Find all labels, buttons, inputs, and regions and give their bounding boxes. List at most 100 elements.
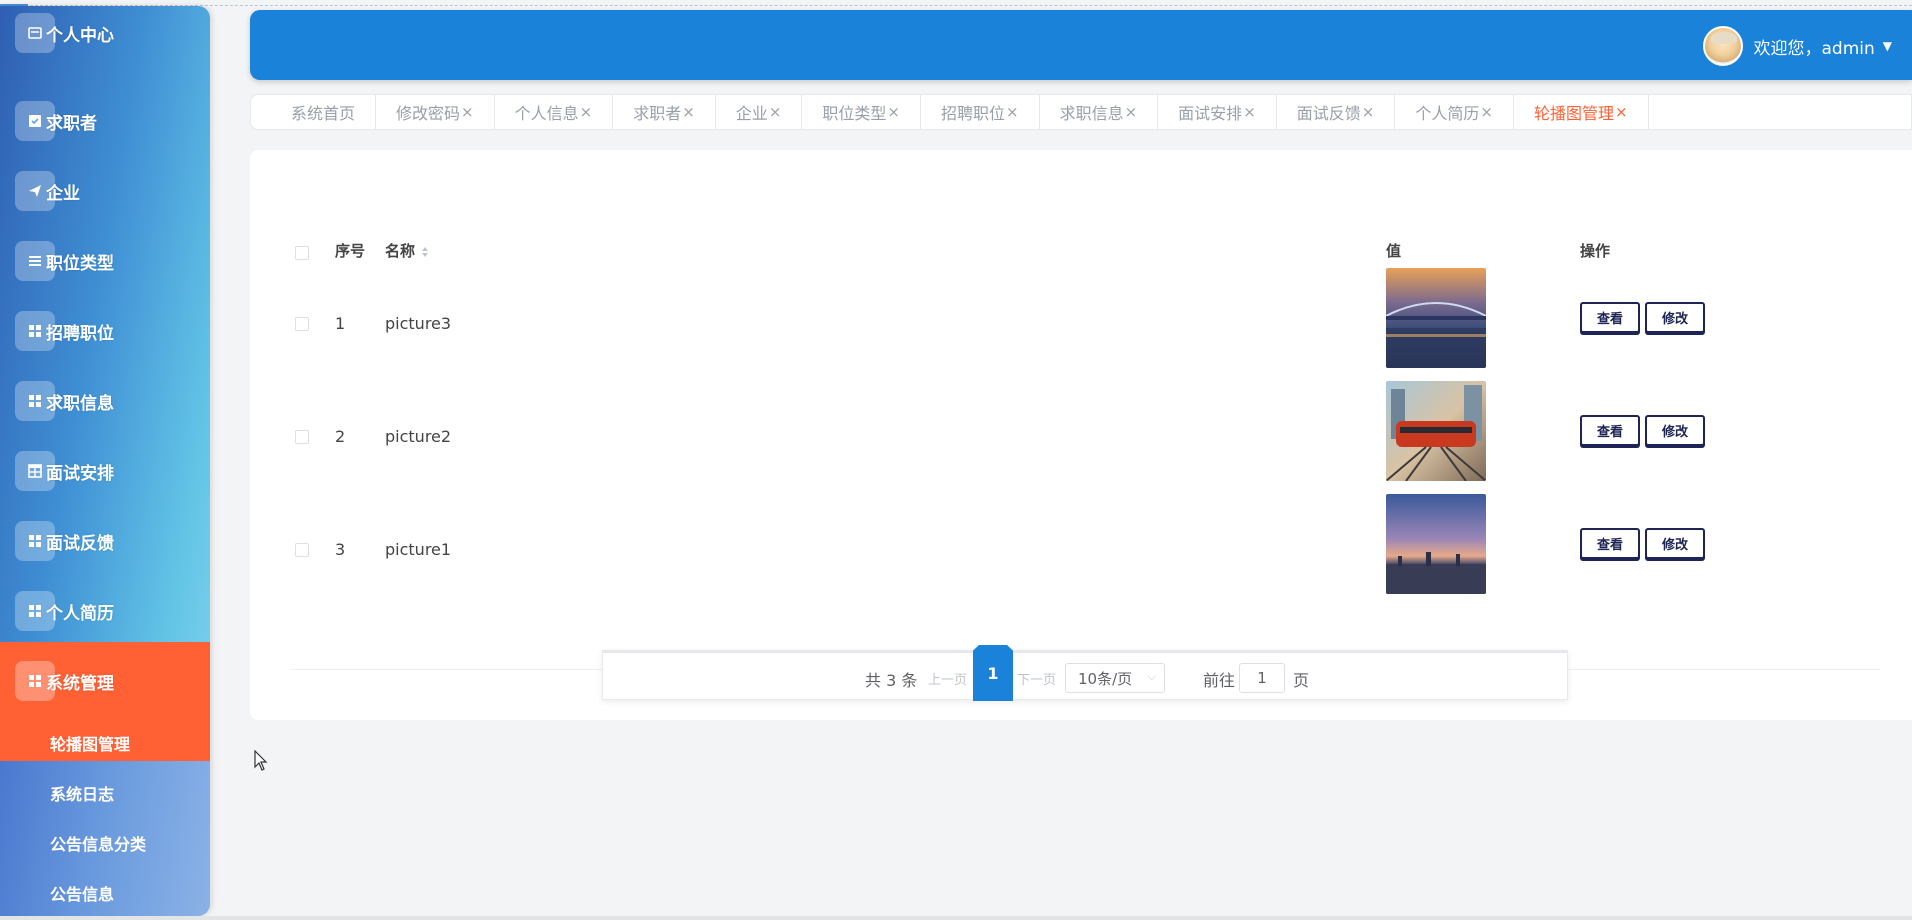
column-header-label: 名称 <box>385 242 416 260</box>
bottom-edge <box>0 916 1912 920</box>
avatar <box>1703 26 1744 66</box>
goto-page-input[interactable] <box>1239 663 1285 693</box>
sidebar: 个人中心 求职者 企业 职位类型 招聘职位 求职信息 面试安排 面试反馈 个人简… <box>0 6 210 916</box>
view-button[interactable]: 查看 <box>1580 528 1640 559</box>
close-icon[interactable]: × <box>1243 103 1256 121</box>
train-thumbnail-image <box>1386 381 1486 481</box>
sidebar-item-resume[interactable]: 个人简历 <box>0 576 210 646</box>
city-thumbnail-image <box>1386 494 1486 594</box>
sidebar-item-interview-feedback[interactable]: 面试反馈 <box>0 506 210 576</box>
sidebar-item-job-types[interactable]: 职位类型 <box>0 226 210 296</box>
sidebar-item-label: 招聘职位 <box>46 323 114 344</box>
sidebar-item-recruit-positions[interactable]: 招聘职位 <box>0 296 210 366</box>
pagination-total: 共 3 条 <box>865 671 918 690</box>
row-checkbox[interactable] <box>295 543 309 557</box>
close-icon[interactable]: × <box>887 103 900 121</box>
mouse-cursor-icon <box>254 750 268 771</box>
view-button[interactable]: 查看 <box>1580 415 1640 446</box>
sort-icon[interactable] <box>421 246 429 258</box>
page-size-select[interactable]: 10条/页 ⌵ <box>1065 663 1165 693</box>
column-header-actions: 操作 <box>1580 242 1611 260</box>
tab-change-password[interactable]: 修改密码 × <box>376 94 495 130</box>
submenu-item-notice-info[interactable]: 公告信息 <box>50 881 114 905</box>
view-button[interactable]: 查看 <box>1580 302 1640 333</box>
sidebar-item-label: 企业 <box>46 183 80 204</box>
prev-page-button[interactable]: 上一页 <box>928 669 967 688</box>
sidebar-item-personal-center[interactable]: 个人中心 <box>0 10 210 66</box>
row-thumbnail[interactable] <box>1386 268 1486 368</box>
close-icon[interactable]: × <box>1615 103 1628 121</box>
goto-label: 前往 <box>1203 671 1236 690</box>
tab-label: 轮播图管理 <box>1533 104 1614 123</box>
submenu-item-system-log[interactable]: 系统日志 <box>50 781 114 805</box>
row-name: picture3 <box>385 314 452 333</box>
page-suffix-label: 页 <box>1293 671 1310 690</box>
sidebar-item-label: 系统管理 <box>46 673 114 694</box>
tab-bar: 系统首页 修改密码 × 个人信息 × 求职者 × 企业 × 职位类型 × 招聘职位 × 求职… <box>250 94 1912 130</box>
row-thumbnail[interactable] <box>1386 381 1486 481</box>
sidebar-item-label: 求职信息 <box>46 393 114 414</box>
close-icon[interactable]: × <box>461 103 474 121</box>
close-icon[interactable]: × <box>769 103 782 121</box>
tab-recruit-positions[interactable]: 招聘职位 × <box>921 94 1040 130</box>
close-icon[interactable]: × <box>682 103 695 121</box>
row-thumbnail[interactable] <box>1386 494 1486 594</box>
tab-label: 招聘职位 <box>940 104 1005 123</box>
tab-label: 修改密码 <box>396 104 461 123</box>
tab-interview-schedule[interactable]: 面试安排 × <box>1158 94 1277 130</box>
row-index: 3 <box>335 540 346 559</box>
tab-personal-info[interactable]: 个人信息 × <box>495 94 614 130</box>
tab-label: 面试安排 <box>1178 104 1243 123</box>
chevron-down-icon: ⌵ <box>1147 670 1156 683</box>
tab-job-info[interactable]: 求职信息 × <box>1040 94 1159 130</box>
select-all-checkbox[interactable] <box>295 246 309 260</box>
table-row: 3 picture1 查看 修改 <box>290 494 1880 606</box>
table-row: 2 picture2 查看 修改 <box>290 381 1880 493</box>
close-icon[interactable]: × <box>1006 103 1019 121</box>
row-checkbox[interactable] <box>295 317 309 331</box>
current-page-button[interactable]: 1 <box>973 645 1013 701</box>
edit-button[interactable]: 修改 <box>1645 302 1705 333</box>
close-icon[interactable]: × <box>1362 103 1375 121</box>
column-header-name[interactable]: 名称 <box>385 240 429 261</box>
user-menu[interactable]: 欢迎您，admin ▼ <box>1703 26 1892 66</box>
sidebar-item-label: 求职者 <box>46 113 97 134</box>
submenu-item-carousel-management[interactable]: 轮播图管理 <box>0 720 210 766</box>
tab-label: 系统首页 <box>291 104 356 123</box>
submenu-item-notice-category[interactable]: 公告信息分类 <box>50 831 146 855</box>
row-name: picture1 <box>385 540 452 559</box>
close-icon[interactable]: × <box>580 103 593 121</box>
sidebar-item-job-seekers[interactable]: 求职者 <box>0 86 210 156</box>
bridge-thumbnail-image <box>1386 268 1486 368</box>
row-index: 1 <box>335 314 346 333</box>
column-header-value: 值 <box>1386 242 1402 260</box>
row-checkbox[interactable] <box>295 430 309 444</box>
caret-down-icon: ▼ <box>1882 39 1892 53</box>
sidebar-item-system-management[interactable]: 系统管理 <box>0 642 210 720</box>
submenu-group: 系统日志 公告信息分类 公告信息 <box>0 761 210 916</box>
content-card: 序号 名称 值 操作 1 picture3 查看 修改 2 picture2 查… <box>250 150 1912 720</box>
tab-interview-feedback[interactable]: 面试反馈 × <box>1277 94 1396 130</box>
sidebar-item-interview-schedule[interactable]: 面试安排 <box>0 436 210 506</box>
next-page-button[interactable]: 下一页 <box>1017 669 1056 688</box>
edit-button[interactable]: 修改 <box>1645 415 1705 446</box>
submenu-item-label: 轮播图管理 <box>50 735 131 754</box>
tab-resume[interactable]: 个人简历 × <box>1395 94 1514 130</box>
tab-label: 求职信息 <box>1059 104 1124 123</box>
close-icon[interactable]: × <box>1125 103 1138 121</box>
edit-button[interactable]: 修改 <box>1645 528 1705 559</box>
tab-job-types[interactable]: 职位类型 × <box>802 94 921 130</box>
sidebar-item-enterprise[interactable]: 企业 <box>0 156 210 226</box>
tab-label: 企业 <box>735 104 768 123</box>
sidebar-item-label: 面试安排 <box>46 463 114 484</box>
tab-label: 职位类型 <box>822 104 887 123</box>
top-dashed-line <box>0 5 1912 6</box>
close-icon[interactable]: × <box>1480 103 1493 121</box>
table-row: 1 picture3 查看 修改 <box>290 268 1880 380</box>
sidebar-item-job-info[interactable]: 求职信息 <box>0 366 210 436</box>
tab-home[interactable]: 系统首页 <box>253 94 377 130</box>
tab-enterprise[interactable]: 企业 × <box>716 94 803 130</box>
row-name: picture2 <box>385 427 452 446</box>
tab-job-seekers[interactable]: 求职者 × <box>613 94 716 130</box>
tab-carousel-management[interactable]: 轮播图管理 × <box>1514 94 1649 130</box>
